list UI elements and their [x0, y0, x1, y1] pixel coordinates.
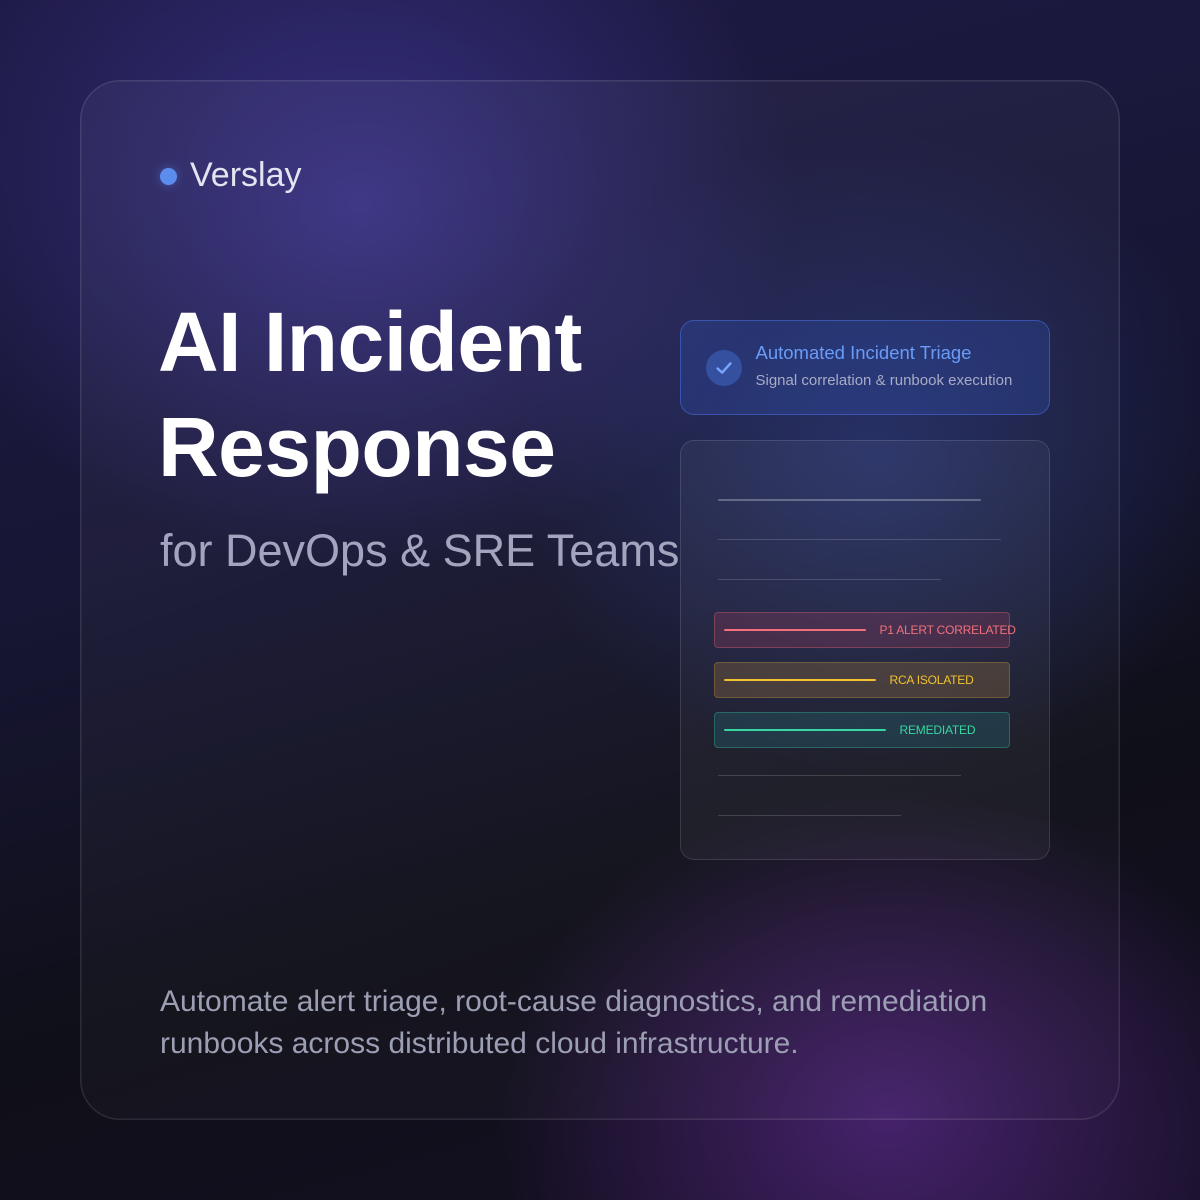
brand-dot-icon: [160, 168, 177, 185]
placeholder-line: [717, 538, 1001, 540]
status-label: RCA ISOLATED: [889, 672, 974, 687]
description: Automate alert triage, root-cause diagno…: [160, 981, 987, 1065]
brand-name: Verslay: [190, 156, 302, 194]
triage-card-subtitle: Signal correlation & runbook execution: [755, 371, 1013, 389]
description-line-1: Automate alert triage, root-cause diagno…: [160, 985, 988, 1018]
hero-subtitle: for DevOps & SRE Teams: [160, 525, 680, 576]
status-label: P1 ALERT CORRELATED: [879, 622, 1016, 637]
hero-title-line-2: Response: [158, 400, 556, 494]
status-bar: [723, 678, 876, 681]
status-panel: P1 ALERT CORRELATED RCA ISOLATED REMEDIA…: [680, 440, 1050, 860]
placeholder-line: [717, 578, 941, 580]
status-row-remediated: REMEDIATED: [713, 711, 1010, 748]
promo-canvas: Verslay AI Incident Response for DevOps …: [0, 0, 1200, 1200]
description-line-2: runbooks across distributed cloud infras…: [160, 1027, 799, 1060]
check-badge: [706, 349, 742, 386]
placeholder-line: [717, 774, 961, 776]
triage-card-title: Automated Incident Triage: [755, 342, 972, 363]
check-icon: [716, 361, 732, 374]
status-bar: [723, 728, 886, 731]
status-label: REMEDIATED: [899, 722, 976, 737]
placeholder-line: [717, 814, 901, 816]
status-row-rca: RCA ISOLATED: [713, 661, 1010, 698]
hero-title: AI Incident Response: [158, 290, 582, 500]
placeholder-line: [717, 498, 981, 501]
status-row-p1-alert: P1 ALERT CORRELATED: [713, 611, 1016, 648]
triage-card: Automated Incident Triage Signal correla…: [680, 320, 1050, 415]
status-bar: [723, 628, 866, 631]
hero-title-line-1: AI Incident: [158, 295, 582, 389]
promo-card: Verslay AI Incident Response for DevOps …: [80, 80, 1120, 1120]
